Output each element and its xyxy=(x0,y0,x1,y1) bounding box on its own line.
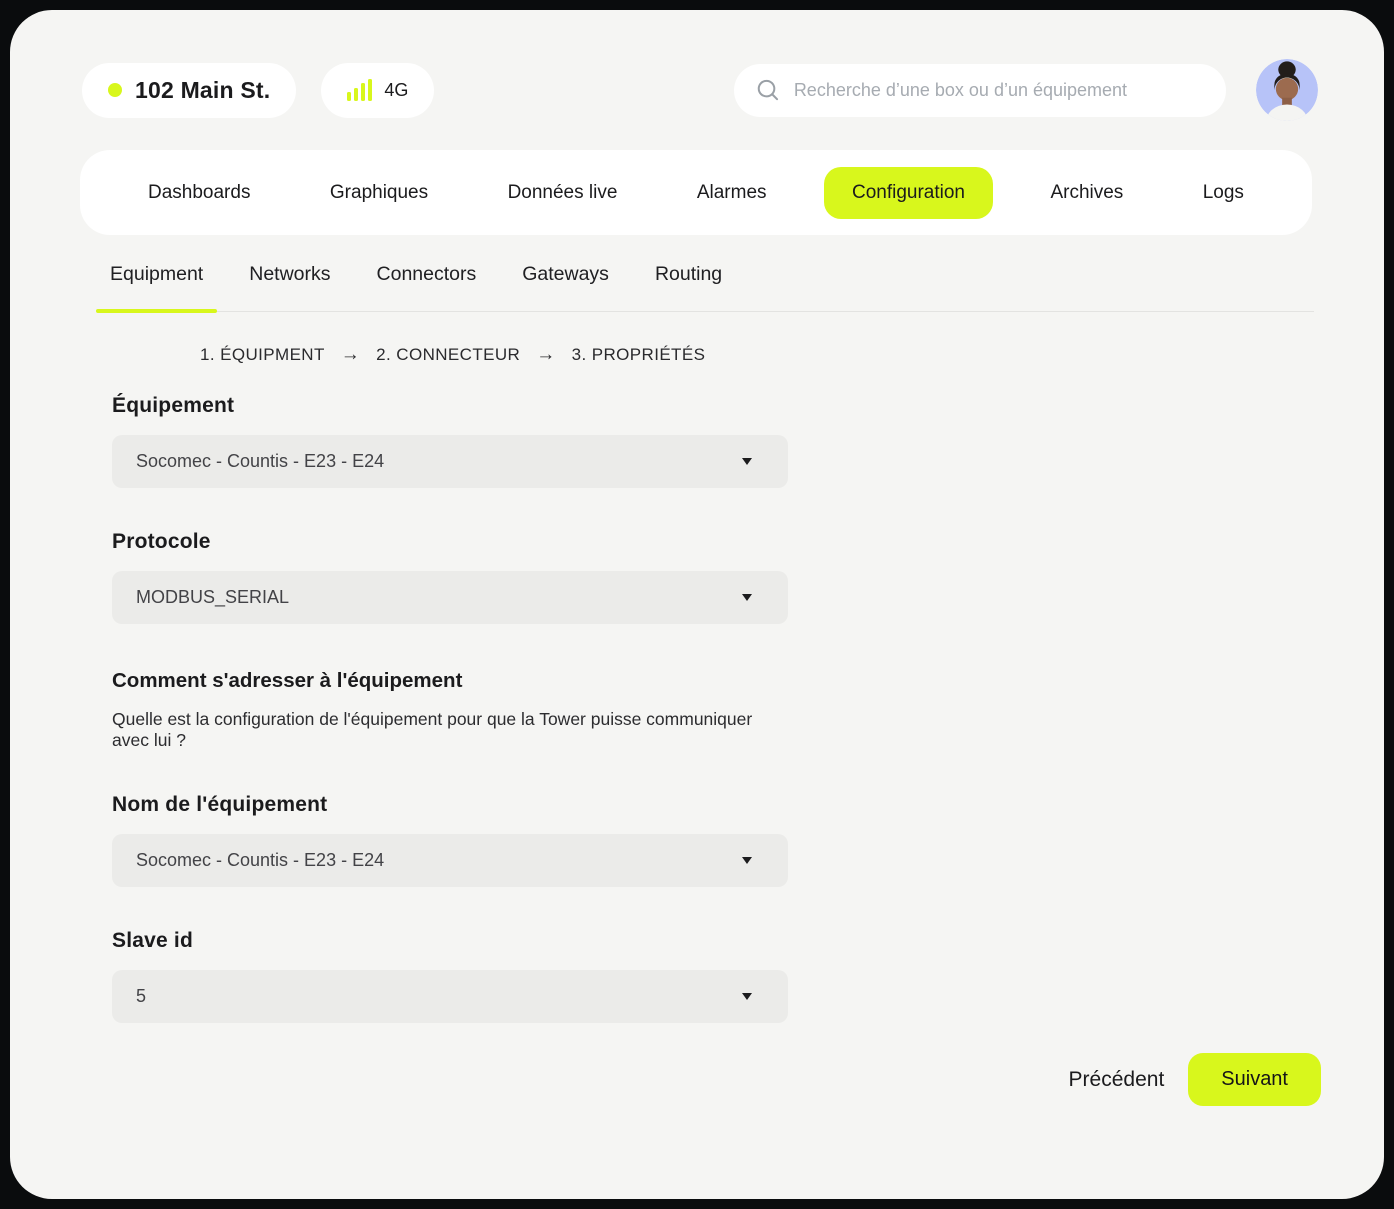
step-connecteur: 2. CONNECTEUR xyxy=(376,345,520,365)
arrow-right-icon: → xyxy=(536,344,555,366)
search-bar[interactable] xyxy=(734,64,1226,117)
device-name-label: Nom de l'équipement xyxy=(112,793,788,817)
subtab-connectors[interactable]: Connectors xyxy=(377,255,477,311)
tab-dashboards[interactable]: Dashboards xyxy=(126,167,272,219)
tab-configuration[interactable]: Configuration xyxy=(824,167,993,219)
chevron-down-icon xyxy=(742,857,752,864)
chevron-down-icon xyxy=(742,993,752,1000)
slave-id-select-value: 5 xyxy=(136,986,146,1007)
device-name-select[interactable]: Socomec - Countis - E23 - E24 xyxy=(112,834,788,887)
config-subnav: Equipment Networks Connectors Gateways R… xyxy=(110,255,1314,312)
subtab-gateways[interactable]: Gateways xyxy=(522,255,609,311)
subtab-equipment[interactable]: Equipment xyxy=(110,255,203,311)
next-button[interactable]: Suivant xyxy=(1188,1053,1321,1106)
slave-id-select[interactable]: 5 xyxy=(112,970,788,1023)
top-bar: 102 Main St. 4G xyxy=(82,62,1318,118)
avatar[interactable] xyxy=(1256,59,1318,121)
tab-donnees-live[interactable]: Données live xyxy=(486,167,640,219)
device-name-select-value: Socomec - Countis - E23 - E24 xyxy=(136,850,384,871)
main-card: 102 Main St. 4G xyxy=(10,10,1384,1199)
protocol-select-value: MODBUS_SERIAL xyxy=(136,587,289,608)
status-dot-icon xyxy=(108,83,122,97)
protocol-label: Protocole xyxy=(112,530,788,554)
subtab-networks[interactable]: Networks xyxy=(249,255,330,311)
tab-archives[interactable]: Archives xyxy=(1028,167,1145,219)
previous-button[interactable]: Précédent xyxy=(1069,1068,1165,1092)
section-description: Quelle est la configuration de l'équipem… xyxy=(112,709,788,751)
signal-bars-icon xyxy=(347,79,372,101)
equipment-select[interactable]: Socomec - Countis - E23 - E24 xyxy=(112,435,788,488)
chevron-down-icon xyxy=(742,458,752,465)
tab-alarmes[interactable]: Alarmes xyxy=(675,167,789,219)
step-proprietes: 3. PROPRIÉTÉS xyxy=(572,345,706,365)
main-nav: Dashboards Graphiques Données live Alarm… xyxy=(80,150,1312,235)
location-selector[interactable]: 102 Main St. xyxy=(82,63,296,118)
arrow-right-icon: → xyxy=(341,344,360,366)
wizard-stepper: 1. ÉQUIPMENT → 2. CONNECTEUR → 3. PROPRI… xyxy=(200,344,1384,366)
location-label: 102 Main St. xyxy=(135,77,270,104)
network-status-pill[interactable]: 4G xyxy=(321,63,434,118)
slave-id-label: Slave id xyxy=(112,929,788,953)
step-equipment: 1. ÉQUIPMENT xyxy=(200,345,325,365)
section-title: Comment s'adresser à l'équipement xyxy=(112,669,788,693)
tab-graphiques[interactable]: Graphiques xyxy=(308,167,450,219)
equipment-label: Équipement xyxy=(112,394,788,418)
subtab-routing[interactable]: Routing xyxy=(655,255,722,311)
tab-logs[interactable]: Logs xyxy=(1181,167,1266,219)
equipment-form: Équipement Socomec - Countis - E23 - E24… xyxy=(112,394,788,1023)
chevron-down-icon xyxy=(742,594,752,601)
network-label: 4G xyxy=(384,80,408,101)
protocol-select[interactable]: MODBUS_SERIAL xyxy=(112,571,788,624)
wizard-actions: Précédent Suivant xyxy=(10,1053,1321,1106)
search-icon xyxy=(756,77,780,103)
equipment-select-value: Socomec - Countis - E23 - E24 xyxy=(136,451,384,472)
search-input[interactable] xyxy=(794,80,1206,101)
